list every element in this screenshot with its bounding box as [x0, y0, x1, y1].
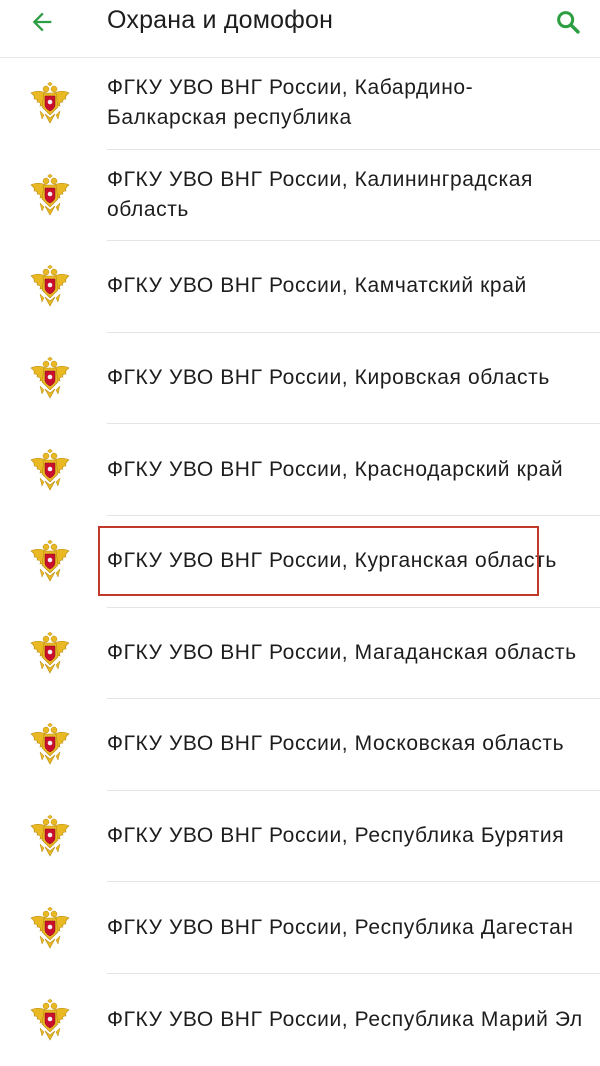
rosgvardia-emblem-icon — [28, 906, 72, 950]
rosgvardia-emblem-icon — [28, 81, 72, 125]
list-item[interactable]: ФГКУ УВО ВНГ России, Республика Бурятия — [107, 791, 600, 883]
list-item-label: ФГКУ УВО ВНГ России, Магаданская область — [107, 640, 577, 664]
back-button[interactable] — [22, 2, 62, 42]
arrow-left-icon — [32, 12, 52, 32]
list-item[interactable]: ФГКУ УВО ВНГ России, Кировская область — [107, 333, 600, 425]
rosgvardia-emblem-icon — [28, 173, 72, 217]
rosgvardia-emblem-icon — [28, 264, 72, 308]
list-item-label: ФГКУ УВО ВНГ России, Республика Бурятия — [107, 824, 565, 848]
list-item-label: ФГКУ УВО ВНГ России, Республика Марий Эл — [107, 1007, 583, 1031]
list-item-label: ФГКУ УВО ВНГ России, Курганская область — [107, 549, 557, 573]
list-item[interactable]: ФГКУ УВО ВНГ России, Кабардино-Балкарска… — [107, 58, 600, 150]
app-bar: Охрана и домофон — [0, 0, 600, 58]
organization-list: ФГКУ УВО ВНГ России, Кабардино-Балкарска… — [0, 58, 600, 1066]
list-item[interactable]: ФГКУ УВО ВНГ России, Камчатский край — [107, 241, 600, 333]
rosgvardia-emblem-icon — [28, 998, 72, 1042]
list-item-label: ФГКУ УВО ВНГ России, Калининградская обл… — [107, 167, 533, 221]
list-item[interactable]: ФГКУ УВО ВНГ России, Республика Дагестан — [107, 882, 600, 974]
list-item-label: ФГКУ УВО ВНГ России, Кабардино-Балкарска… — [107, 76, 474, 130]
list-item-label: ФГКУ УВО ВНГ России, Краснодарский край — [107, 457, 564, 481]
rosgvardia-emblem-icon — [28, 356, 72, 400]
list-item-label: ФГКУ УВО ВНГ России, Московская область — [107, 732, 565, 756]
page-title: Охрана и домофон — [107, 6, 334, 34]
rosgvardia-emblem-icon — [28, 539, 72, 583]
rosgvardia-emblem-icon — [28, 722, 72, 766]
list-item-label: ФГКУ УВО ВНГ России, Камчатский край — [107, 274, 527, 298]
list-item-highlighted[interactable]: ФГКУ УВО ВНГ России, Курганская область — [107, 516, 600, 608]
rosgvardia-emblem-icon — [28, 631, 72, 675]
list-item[interactable]: ФГКУ УВО ВНГ России, Республика Марий Эл — [107, 974, 600, 1066]
rosgvardia-emblem-icon — [28, 814, 72, 858]
list-item-label: ФГКУ УВО ВНГ России, Республика Дагестан — [107, 915, 574, 939]
list-item[interactable]: ФГКУ УВО ВНГ России, Калининградская обл… — [107, 150, 600, 242]
list-item[interactable]: ФГКУ УВО ВНГ России, Краснодарский край — [107, 424, 600, 516]
list-item-label: ФГКУ УВО ВНГ России, Кировская область — [107, 366, 550, 390]
list-item[interactable]: ФГКУ УВО ВНГ России, Московская область — [107, 699, 600, 791]
search-button[interactable] — [548, 2, 588, 42]
search-icon — [557, 11, 580, 34]
rosgvardia-emblem-icon — [28, 448, 72, 492]
list-item[interactable]: ФГКУ УВО ВНГ России, Магаданская область — [107, 608, 600, 700]
